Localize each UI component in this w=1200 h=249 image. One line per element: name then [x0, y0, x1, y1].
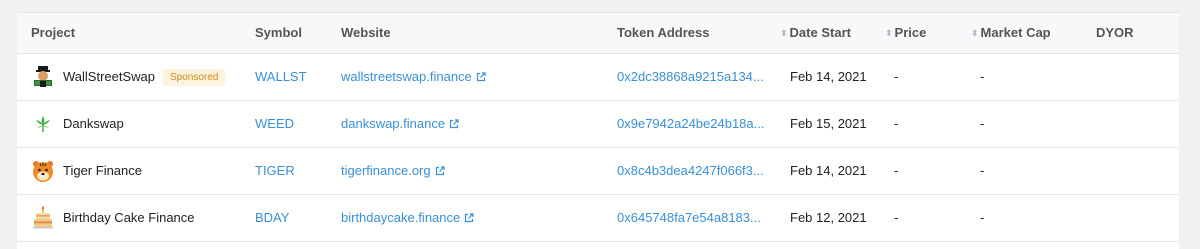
- website-text[interactable]: birthdaycake.finance: [341, 210, 460, 225]
- sort-icon: ⬍: [780, 28, 788, 38]
- birthday-cake-logo-icon: [33, 206, 53, 229]
- token-address-link[interactable]: 0x8c4b3dea4247f066f3...: [617, 148, 764, 194]
- sort-icon: ⬍: [971, 28, 979, 38]
- market-cap: -: [980, 69, 985, 84]
- project-name-cell[interactable]: Tiger Finance: [63, 148, 142, 194]
- project-name-cell[interactable]: WallStreetSwap Sponsored: [63, 54, 226, 100]
- symbol-link[interactable]: TIGER: [255, 148, 295, 194]
- external-link-icon: [449, 119, 459, 129]
- market-cap: -: [980, 210, 985, 225]
- website-link[interactable]: tigerfinance.org: [341, 148, 445, 194]
- price: -: [894, 210, 899, 225]
- column-header-dyor: DYOR: [1096, 25, 1134, 40]
- column-header-market-cap[interactable]: ⬍ Market Cap: [971, 13, 1051, 53]
- website-text[interactable]: wallstreetswap.finance: [341, 69, 472, 84]
- symbol-link[interactable]: WEED: [255, 101, 294, 147]
- project-name[interactable]: Birthday Cake Finance: [63, 210, 195, 225]
- price: -: [894, 163, 899, 178]
- website-text[interactable]: dankswap.finance: [341, 116, 445, 131]
- project-name-cell[interactable]: Birthday Cake Finance: [63, 195, 195, 241]
- column-header-symbol: Symbol: [255, 25, 302, 40]
- price: -: [894, 116, 899, 131]
- token-address-link[interactable]: 0x2dc38868a9215a134...: [617, 54, 764, 100]
- column-header-date-start[interactable]: ⬍ Date Start: [780, 13, 851, 53]
- table-row[interactable]: WallStreetSwap Sponsored WALLST wallstree…: [17, 54, 1179, 101]
- project-name[interactable]: WallStreetSwap: [63, 69, 155, 84]
- market-cap: -: [980, 163, 985, 178]
- date-start: Feb 15, 2021: [790, 116, 867, 131]
- tiger-face-logo-icon: [33, 161, 53, 182]
- column-header-price[interactable]: ⬍ Price: [885, 13, 926, 53]
- column-header-project: Project: [31, 25, 76, 40]
- website-link[interactable]: wallstreetswap.finance: [341, 54, 486, 100]
- market-cap: -: [980, 116, 985, 131]
- projects-table: Project Symbol Website Token Address ⬍ Da…: [17, 12, 1179, 249]
- external-link-icon: [435, 166, 445, 176]
- date-start: Feb 12, 2021: [790, 210, 867, 225]
- project-name[interactable]: Tiger Finance: [63, 163, 142, 178]
- symbol-link[interactable]: WALLST: [255, 54, 307, 100]
- website-link[interactable]: dankswap.finance: [341, 101, 459, 147]
- column-header-token-address: Token Address: [617, 25, 710, 40]
- table-row[interactable]: Tiger Finance TIGER tigerfinance.org 0x8…: [17, 148, 1179, 195]
- sponsored-badge: Sponsored: [163, 69, 226, 86]
- table-row[interactable]: Birthday Cake Finance BDAY birthdaycake.…: [17, 195, 1179, 242]
- date-start: Feb 14, 2021: [790, 163, 867, 178]
- project-name-cell[interactable]: Dankswap: [63, 101, 124, 147]
- symbol-link[interactable]: BDAY: [255, 195, 289, 241]
- sort-icon: ⬍: [885, 28, 893, 38]
- table-row[interactable]: Dankswap WEED dankswap.finance 0x9e7942a…: [17, 101, 1179, 148]
- column-header-website: Website: [341, 25, 391, 40]
- weed-leaf-logo-icon: [36, 116, 50, 132]
- price: -: [894, 69, 899, 84]
- table-header: Project Symbol Website Token Address ⬍ Da…: [17, 13, 1179, 54]
- wallstreetswap-bull-logo-icon: [34, 66, 52, 87]
- date-start: Feb 14, 2021: [790, 69, 867, 84]
- website-text[interactable]: tigerfinance.org: [341, 163, 431, 178]
- project-name[interactable]: Dankswap: [63, 116, 124, 131]
- external-link-icon: [465, 213, 474, 223]
- token-address-link[interactable]: 0x645748fa7e54a8183...: [617, 195, 761, 241]
- token-address-link[interactable]: 0x9e7942a24be24b18a...: [617, 101, 764, 147]
- external-link-icon: [476, 72, 486, 82]
- website-link[interactable]: birthdaycake.finance: [341, 195, 474, 241]
